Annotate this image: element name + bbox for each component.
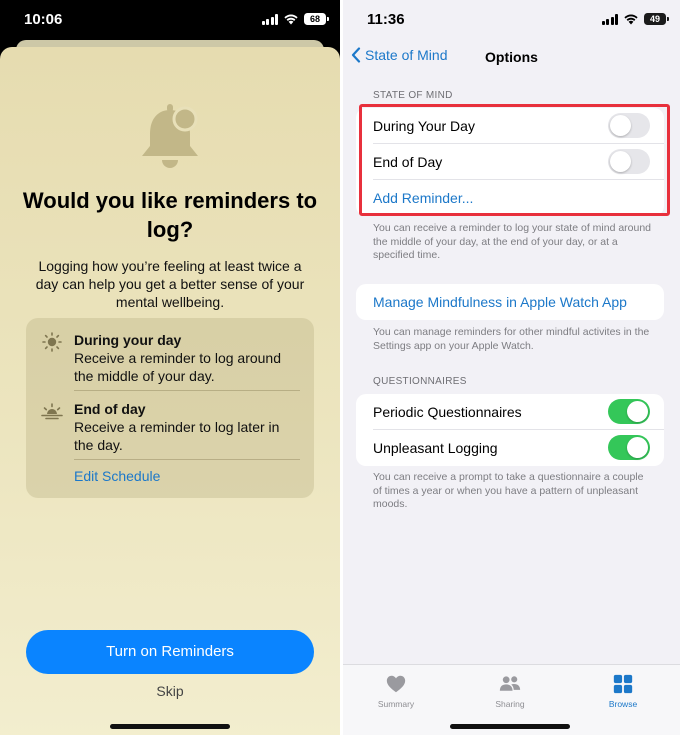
card-divider — [74, 390, 300, 391]
tab-sharing[interactable]: Sharing — [470, 673, 550, 709]
navigation-bar: State of Mind Options — [343, 44, 680, 72]
mindfulness-footnote: You can manage reminders for other mindf… — [373, 326, 650, 352]
card-divider — [74, 459, 300, 460]
sunset-icon — [41, 403, 63, 420]
cellular-signal-icon — [601, 13, 618, 25]
tab-label: Summary — [377, 699, 415, 709]
tab-summary[interactable]: Summary — [356, 673, 436, 709]
home-indicator[interactable] — [450, 724, 570, 729]
section-header-questionnaires: QUESTIONNAIRES — [373, 376, 467, 387]
status-time: 10:06 — [24, 11, 63, 28]
state-of-mind-footnote: You can receive a reminder to log your s… — [373, 222, 652, 261]
schedule-item-title: During your day — [74, 332, 182, 348]
periodic-questionnaires-toggle[interactable] — [608, 399, 650, 424]
unpleasant-logging-toggle[interactable] — [608, 435, 650, 460]
battery-icon: 68 — [304, 13, 329, 25]
mindfulness-group: Manage Mindfulness in Apple Watch App — [356, 284, 664, 320]
questionnaires-group: Periodic Questionnaires Unpleasant Loggi… — [356, 394, 664, 466]
wifi-icon — [284, 14, 298, 25]
cellular-signal-icon — [261, 13, 278, 25]
row-label: Periodic Questionnaires — [373, 404, 522, 420]
people-icon — [499, 676, 521, 691]
skip-button[interactable]: Skip — [0, 683, 340, 699]
edit-schedule-link[interactable]: Edit Schedule — [74, 468, 160, 484]
grid-icon — [613, 674, 633, 694]
section-header-state-of-mind: STATE OF MIND — [373, 90, 453, 101]
highlight-box — [359, 104, 670, 216]
reminders-prompt-screen: 10:06 68 Would you like reminders to log… — [0, 0, 340, 735]
row-manage-mindfulness[interactable]: Manage Mindfulness in Apple Watch App — [356, 284, 664, 320]
sun-icon — [42, 332, 62, 352]
battery-icon: 49 — [644, 13, 669, 25]
schedule-item-description: Receive a reminder to log later in the d… — [74, 419, 280, 453]
questionnaires-footnote: You can receive a prompt to take a quest… — [373, 471, 644, 510]
schedule-card: During your day Receive a reminder to lo… — [26, 318, 314, 498]
row-unpleasant-logging[interactable]: Unpleasant Logging — [356, 430, 664, 466]
turn-on-reminders-button[interactable]: Turn on Reminders — [26, 630, 314, 674]
schedule-item-description: Receive a reminder to log around the mid… — [74, 350, 282, 384]
wifi-icon — [624, 14, 638, 25]
manage-mindfulness-link[interactable]: Manage Mindfulness in Apple Watch App — [373, 294, 627, 310]
screenshot-page: 10:06 68 Would you like reminders to log… — [0, 0, 680, 735]
tab-label: Sharing — [495, 699, 525, 709]
home-indicator[interactable] — [110, 724, 230, 729]
tab-bar: Summary Sharing Browse — [343, 664, 680, 735]
tab-label: Browse — [608, 699, 638, 709]
status-time: 11:36 — [367, 11, 405, 28]
tab-browse[interactable]: Browse — [583, 673, 663, 709]
status-bar: 10:06 68 — [0, 0, 340, 40]
heart-icon — [386, 675, 406, 693]
row-label: Unpleasant Logging — [373, 440, 498, 456]
status-bar: 11:36 49 — [343, 0, 680, 40]
page-title: Would you like reminders to log? — [22, 188, 318, 242]
bell-badge-icon — [142, 104, 198, 168]
row-periodic-questionnaires[interactable]: Periodic Questionnaires — [356, 394, 664, 430]
page-description: Logging how you’re feeling at least twic… — [35, 258, 305, 310]
schedule-item-title: End of day — [74, 401, 146, 417]
nav-title: Options — [485, 49, 538, 65]
